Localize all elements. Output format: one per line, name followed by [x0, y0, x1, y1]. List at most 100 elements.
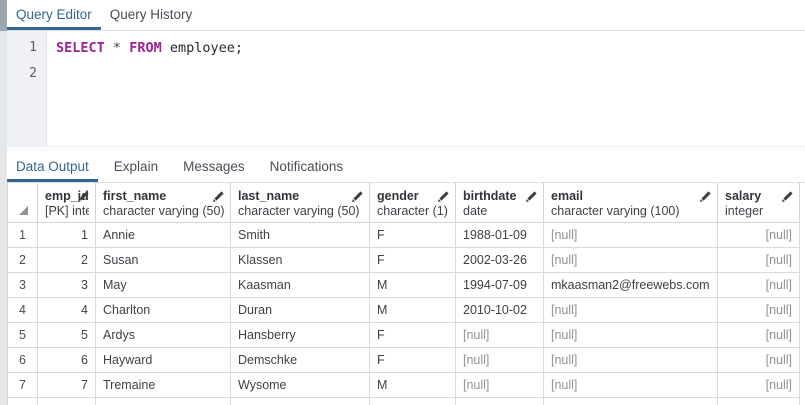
panel-edge[interactable] — [0, 0, 7, 405]
sql-editor[interactable]: 12 SELECT * FROM employee; — [7, 31, 805, 146]
column-name: last_name — [238, 188, 363, 204]
sql-token-operator: * — [113, 40, 121, 56]
cell-last-name[interactable]: Klassen — [231, 248, 370, 272]
cell-last-name[interactable]: Demschke — [231, 348, 370, 372]
cell-email[interactable]: [null] — [544, 323, 718, 347]
cell-gender[interactable]: F — [370, 323, 456, 347]
row-number[interactable]: 1 — [8, 223, 38, 247]
cell-first-name[interactable]: Hayward — [96, 348, 231, 372]
column-header-salary[interactable]: salaryinteger — [718, 183, 800, 222]
table-row: 66HaywardDemschkeF[null][null][null] — [8, 348, 800, 373]
cell-first-name[interactable]: Charlton — [96, 298, 231, 322]
cell-emp-id[interactable]: 3 — [38, 273, 96, 297]
cell-birthdate[interactable]: 1994-07-09 — [456, 273, 544, 297]
cell-birthdate[interactable]: [null] — [456, 323, 544, 347]
table-row: 11AnnieSmithF1988-01-09[null][null] — [8, 223, 800, 248]
cell-first-name[interactable]: Ardys — [96, 323, 231, 347]
row-number[interactable]: 4 — [8, 298, 38, 322]
cell-gender[interactable]: M — [370, 373, 456, 397]
cell-salary[interactable]: [null] — [718, 323, 800, 347]
cell-first-name[interactable]: May — [96, 273, 231, 297]
cell-first-name[interactable]: Annie — [96, 223, 231, 247]
cell-gender[interactable]: M — [370, 298, 456, 322]
sql-code-area[interactable]: SELECT * FROM employee; — [56, 35, 803, 87]
column-header-last-name[interactable]: last_namecharacter varying (50) — [231, 183, 370, 222]
table-row-partial — [8, 398, 800, 405]
cell-empty — [544, 398, 718, 405]
edit-pencil-icon — [351, 190, 364, 203]
cell-last-name[interactable]: Duran — [231, 298, 370, 322]
row-number[interactable]: 2 — [8, 248, 38, 272]
cell-empty — [38, 398, 96, 405]
cell-birthdate[interactable]: 1988-01-09 — [456, 223, 544, 247]
column-header-first-name[interactable]: first_namecharacter varying (50) — [96, 183, 231, 222]
cell-empty — [231, 398, 370, 405]
cell-emp-id[interactable]: 2 — [38, 248, 96, 272]
sql-token-plain: employee; — [162, 40, 243, 56]
column-type: character (1) — [377, 204, 449, 219]
cell-gender[interactable]: F — [370, 348, 456, 372]
cell-salary[interactable]: [null] — [718, 273, 800, 297]
line-number-gutter: 12 — [7, 31, 47, 146]
tab-notifications[interactable]: Notifications — [261, 152, 353, 182]
column-header-emp-id[interactable]: emp_id[PK] integer — [38, 183, 96, 222]
column-header-gender[interactable]: gendercharacter (1) — [370, 183, 456, 222]
sql-token-plain — [121, 40, 129, 56]
column-header-birthdate[interactable]: birthdatedate — [456, 183, 544, 222]
tab-messages[interactable]: Messages — [174, 152, 254, 182]
edit-pencil-icon — [212, 190, 225, 203]
cell-salary[interactable]: [null] — [718, 248, 800, 272]
tab-data-output[interactable]: Data Output — [7, 152, 98, 182]
cell-birthdate[interactable]: [null] — [456, 348, 544, 372]
cell-last-name[interactable]: Wysome — [231, 373, 370, 397]
column-name: first_name — [103, 188, 224, 204]
column-header-email[interactable]: emailcharacter varying (100) — [544, 183, 718, 222]
edit-pencil-icon — [77, 190, 90, 203]
sql-line-1[interactable]: SELECT * FROM employee; — [56, 35, 803, 61]
cell-salary[interactable]: [null] — [718, 348, 800, 372]
table-row: 44CharltonDuranM2010-10-02[null][null] — [8, 298, 800, 323]
row-number[interactable]: 3 — [8, 273, 38, 297]
cell-emp-id[interactable]: 4 — [38, 298, 96, 322]
cell-salary[interactable]: [null] — [718, 223, 800, 247]
row-number[interactable]: 5 — [8, 323, 38, 347]
cell-last-name[interactable]: Kaasman — [231, 273, 370, 297]
table-row: 55ArdysHansberryF[null][null][null] — [8, 323, 800, 348]
cell-birthdate[interactable]: 2002-03-26 — [456, 248, 544, 272]
row-number[interactable]: 7 — [8, 373, 38, 397]
cell-last-name[interactable]: Hansberry — [231, 323, 370, 347]
cell-emp-id[interactable]: 5 — [38, 323, 96, 347]
cell-email[interactable]: [null] — [544, 348, 718, 372]
line-number: 2 — [7, 61, 46, 87]
data-output-grid: emp_id[PK] integerfirst_namecharacter va… — [7, 183, 800, 405]
tab-query-history[interactable]: Query History — [101, 0, 202, 30]
cell-gender[interactable]: M — [370, 273, 456, 297]
row-number[interactable]: 6 — [8, 348, 38, 372]
cell-first-name[interactable]: Tremaine — [96, 373, 231, 397]
row-number — [8, 398, 38, 405]
cell-last-name[interactable]: Smith — [231, 223, 370, 247]
cell-emp-id[interactable]: 1 — [38, 223, 96, 247]
cell-email[interactable]: [null] — [544, 248, 718, 272]
line-number: 1 — [7, 35, 46, 61]
cell-birthdate[interactable]: [null] — [456, 373, 544, 397]
cell-emp-id[interactable]: 6 — [38, 348, 96, 372]
table-row: 22SusanKlassenF2002-03-26[null][null] — [8, 248, 800, 273]
cell-emp-id[interactable]: 7 — [38, 373, 96, 397]
cell-salary[interactable]: [null] — [718, 373, 800, 397]
select-all-corner[interactable] — [8, 183, 38, 222]
cell-email[interactable]: [null] — [544, 373, 718, 397]
cell-gender[interactable]: F — [370, 223, 456, 247]
tab-explain[interactable]: Explain — [105, 152, 167, 182]
sql-token-plain — [105, 40, 113, 56]
cell-gender[interactable]: F — [370, 248, 456, 272]
sql-line-2[interactable] — [56, 61, 803, 87]
cell-salary[interactable]: [null] — [718, 298, 800, 322]
column-type: [PK] integer — [45, 204, 89, 219]
cell-birthdate[interactable]: 2010-10-02 — [456, 298, 544, 322]
cell-email[interactable]: [null] — [544, 223, 718, 247]
tab-query-editor[interactable]: Query Editor — [7, 0, 101, 30]
cell-email[interactable]: mkaasman2@freewebs.com — [544, 273, 718, 297]
cell-first-name[interactable]: Susan — [96, 248, 231, 272]
cell-email[interactable]: [null] — [544, 298, 718, 322]
